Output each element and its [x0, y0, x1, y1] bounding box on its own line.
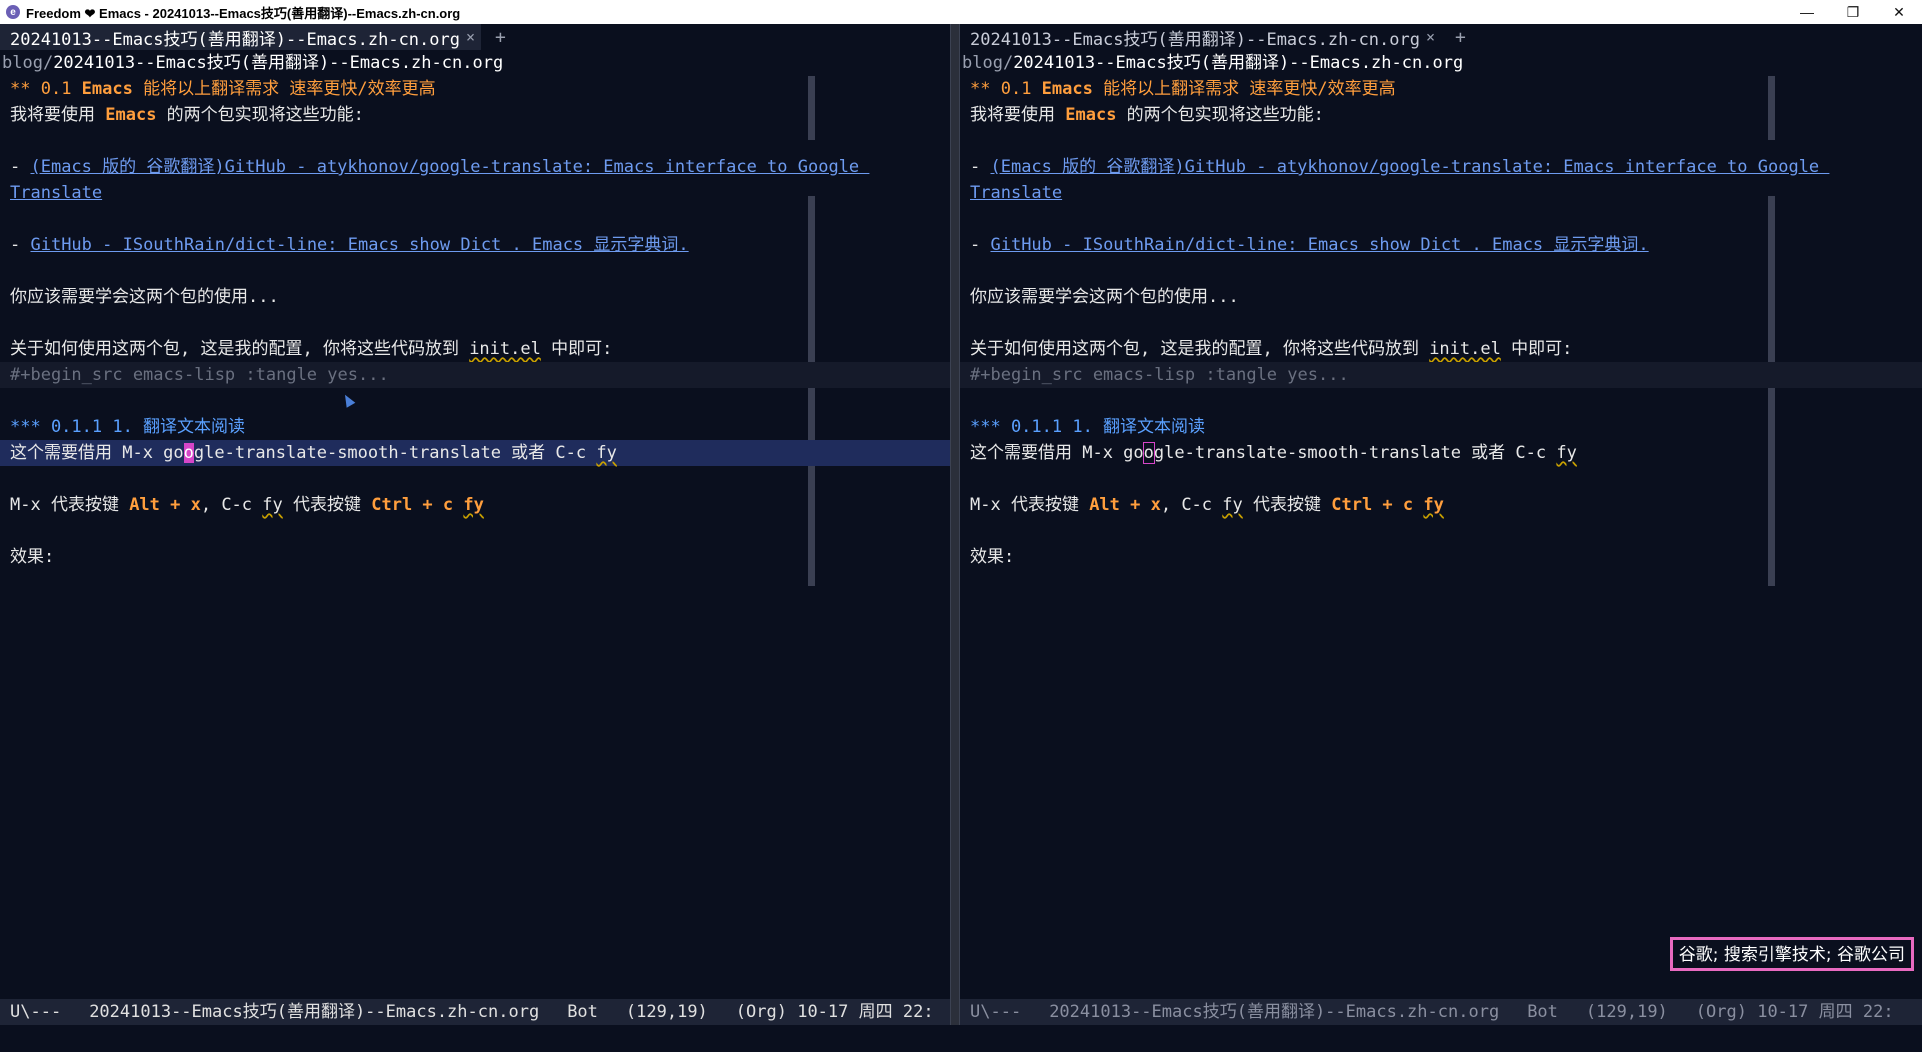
paragraph: M-x 代表按键 Alt + x, C-c fy 代表按键 Ctrl + c f…	[970, 495, 1444, 515]
modeline-position: Bot	[567, 1002, 598, 1022]
tab-add-icon[interactable]: +	[495, 27, 506, 48]
right-window[interactable]: 20241013--Emacs技巧(善用翻译)--Emacs.zh-cn.org…	[960, 24, 1922, 1025]
list-item: - (Emacs 版的 谷歌翻译)GitHub - atykhonov/goog…	[10, 157, 870, 177]
modeline-linecol: (129,19)	[625, 1002, 708, 1022]
text-cursor-inactive: o	[1142, 442, 1155, 464]
paragraph: 效果:	[970, 547, 1015, 567]
modeline-state: U\---	[10, 1002, 62, 1022]
link-google-translate-cont[interactable]: Translate	[970, 183, 1062, 203]
heading-level-2: ** 0.1 Emacs 能将以上翻译需求 速率更快/效率更高	[970, 79, 1396, 99]
paragraph: 效果:	[10, 547, 55, 567]
src-block-folded[interactable]: #+begin_src emacs-lisp :tangle yes...	[0, 362, 950, 388]
paragraph: 这个需要借用 M-x google-translate-smooth-trans…	[970, 442, 1577, 464]
path-filename: 20241013--Emacs技巧(善用翻译)--Emacs.zh-cn.org	[1013, 53, 1464, 73]
list-item-continuation: Translate	[0, 180, 950, 206]
paragraph: 我将要使用 Emacs 的两个包实现将这些功能:	[970, 105, 1324, 125]
link-google-translate[interactable]: (Emacs 版的 谷歌翻译)GitHub - atykhonov/google…	[990, 157, 1829, 177]
list-item: - GitHub - ISouthRain/dict-line: Emacs s…	[10, 235, 689, 255]
modeline-linecol: (129,19)	[1585, 1002, 1668, 1022]
modeline-position: Bot	[1527, 1002, 1558, 1022]
paragraph: 关于如何使用这两个包, 这是我的配置, 你将这些代码放到 init.el 中即可…	[10, 339, 613, 359]
window-title: Freedom ❤ Emacs - 20241013--Emacs技巧(善用翻译…	[26, 5, 461, 21]
tab-close-icon[interactable]: ×	[466, 28, 475, 46]
translation-popup: 谷歌; 搜索引擎技术; 谷歌公司	[1669, 937, 1914, 971]
tab-buffer[interactable]: 20241013--Emacs技巧(善用翻译)--Emacs.zh-cn.org…	[0, 24, 482, 50]
list-item: - (Emacs 版的 谷歌翻译)GitHub - atykhonov/goog…	[970, 157, 1830, 177]
paragraph: 关于如何使用这两个包, 这是我的配置, 你将这些代码放到 init.el 中即可…	[970, 339, 1573, 359]
tab-label: 20241013--Emacs技巧(善用翻译)--Emacs.zh-cn.org	[970, 29, 1420, 50]
modeline-mode: (Org) 10-17 周四 22:	[735, 1002, 934, 1022]
tab-label: 20241013--Emacs技巧(善用翻译)--Emacs.zh-cn.org	[10, 29, 460, 50]
tab-line: 20241013--Emacs技巧(善用翻译)--Emacs.zh-cn.org…	[0, 24, 950, 50]
maximize-button[interactable]: ❐	[1830, 0, 1876, 24]
paragraph: M-x 代表按键 Alt + x, C-c fy 代表按键 Ctrl + c f…	[10, 495, 484, 515]
list-item: - GitHub - ISouthRain/dict-line: Emacs s…	[970, 235, 1649, 255]
link-dict-line[interactable]: GitHub - ISouthRain/dict-line: Emacs sho…	[990, 235, 1648, 255]
text-buffer[interactable]: ** 0.1 Emacs 能将以上翻译需求 速率更快/效率更高 我将要使用 Em…	[0, 76, 950, 984]
modeline-state: U\---	[970, 1002, 1022, 1022]
tab-line: 20241013--Emacs技巧(善用翻译)--Emacs.zh-cn.org…	[960, 24, 1922, 50]
heading-level-2: ** 0.1 Emacs 能将以上翻译需求 速率更快/效率更高	[10, 79, 436, 99]
mode-line: U\--- 20241013--Emacs技巧(善用翻译)--Emacs.zh-c…	[960, 999, 1922, 1025]
title-bar: e Freedom ❤ Emacs - 20241013--Emacs技巧(善用…	[0, 0, 1922, 24]
list-item-continuation: Translate	[960, 180, 1922, 206]
modeline-buffer-name: 20241013--Emacs技巧(善用翻译)--Emacs.zh-cn.org	[1049, 1002, 1500, 1022]
path-directory[interactable]: blog/	[2, 53, 53, 73]
tab-buffer[interactable]: 20241013--Emacs技巧(善用翻译)--Emacs.zh-cn.org…	[960, 24, 1442, 50]
modeline-buffer-name: 20241013--Emacs技巧(善用翻译)--Emacs.zh-cn.org	[89, 1002, 540, 1022]
tab-close-icon[interactable]: ×	[1426, 28, 1435, 46]
path-filename: 20241013--Emacs技巧(善用翻译)--Emacs.zh-cn.org	[53, 53, 504, 73]
left-window[interactable]: 20241013--Emacs技巧(善用翻译)--Emacs.zh-cn.org…	[0, 24, 950, 1025]
tab-add-icon[interactable]: +	[1455, 27, 1466, 48]
header-line: blog/20241013--Emacs技巧(善用翻译)--Emacs.zh-c…	[0, 50, 950, 76]
link-google-translate[interactable]: (Emacs 版的 谷歌翻译)GitHub - atykhonov/google…	[30, 157, 869, 177]
path-directory[interactable]: blog/	[962, 53, 1013, 73]
src-block-folded[interactable]: #+begin_src emacs-lisp :tangle yes...	[960, 362, 1922, 388]
echo-area[interactable]	[0, 1025, 1922, 1052]
paragraph: 你应该需要学会这两个包的使用...	[10, 287, 279, 307]
current-line: 这个需要借用 M-x google-translate-smooth-trans…	[0, 440, 950, 466]
paragraph: 我将要使用 Emacs 的两个包实现将这些功能:	[10, 105, 364, 125]
link-dict-line[interactable]: GitHub - ISouthRain/dict-line: Emacs sho…	[30, 235, 688, 255]
window-divider[interactable]	[950, 24, 960, 1052]
close-button[interactable]: ✕	[1876, 0, 1922, 24]
text-buffer[interactable]: ** 0.1 Emacs 能将以上翻译需求 速率更快/效率更高 我将要使用 Em…	[960, 76, 1922, 984]
modeline-mode: (Org) 10-17 周四 22:	[1695, 1002, 1894, 1022]
header-line: blog/20241013--Emacs技巧(善用翻译)--Emacs.zh-c…	[960, 50, 1922, 76]
emacs-icon: e	[6, 5, 20, 19]
text-cursor: o	[183, 443, 194, 463]
mode-line: U\--- 20241013--Emacs技巧(善用翻译)--Emacs.zh-c…	[0, 999, 950, 1025]
minimize-button[interactable]: —	[1784, 0, 1830, 24]
link-google-translate-cont[interactable]: Translate	[10, 183, 102, 203]
paragraph: 你应该需要学会这两个包的使用...	[970, 287, 1239, 307]
heading-level-3: *** 0.1.1 1. 翻译文本阅读	[970, 417, 1206, 437]
heading-level-3: *** 0.1.1 1. 翻译文本阅读	[10, 417, 246, 437]
